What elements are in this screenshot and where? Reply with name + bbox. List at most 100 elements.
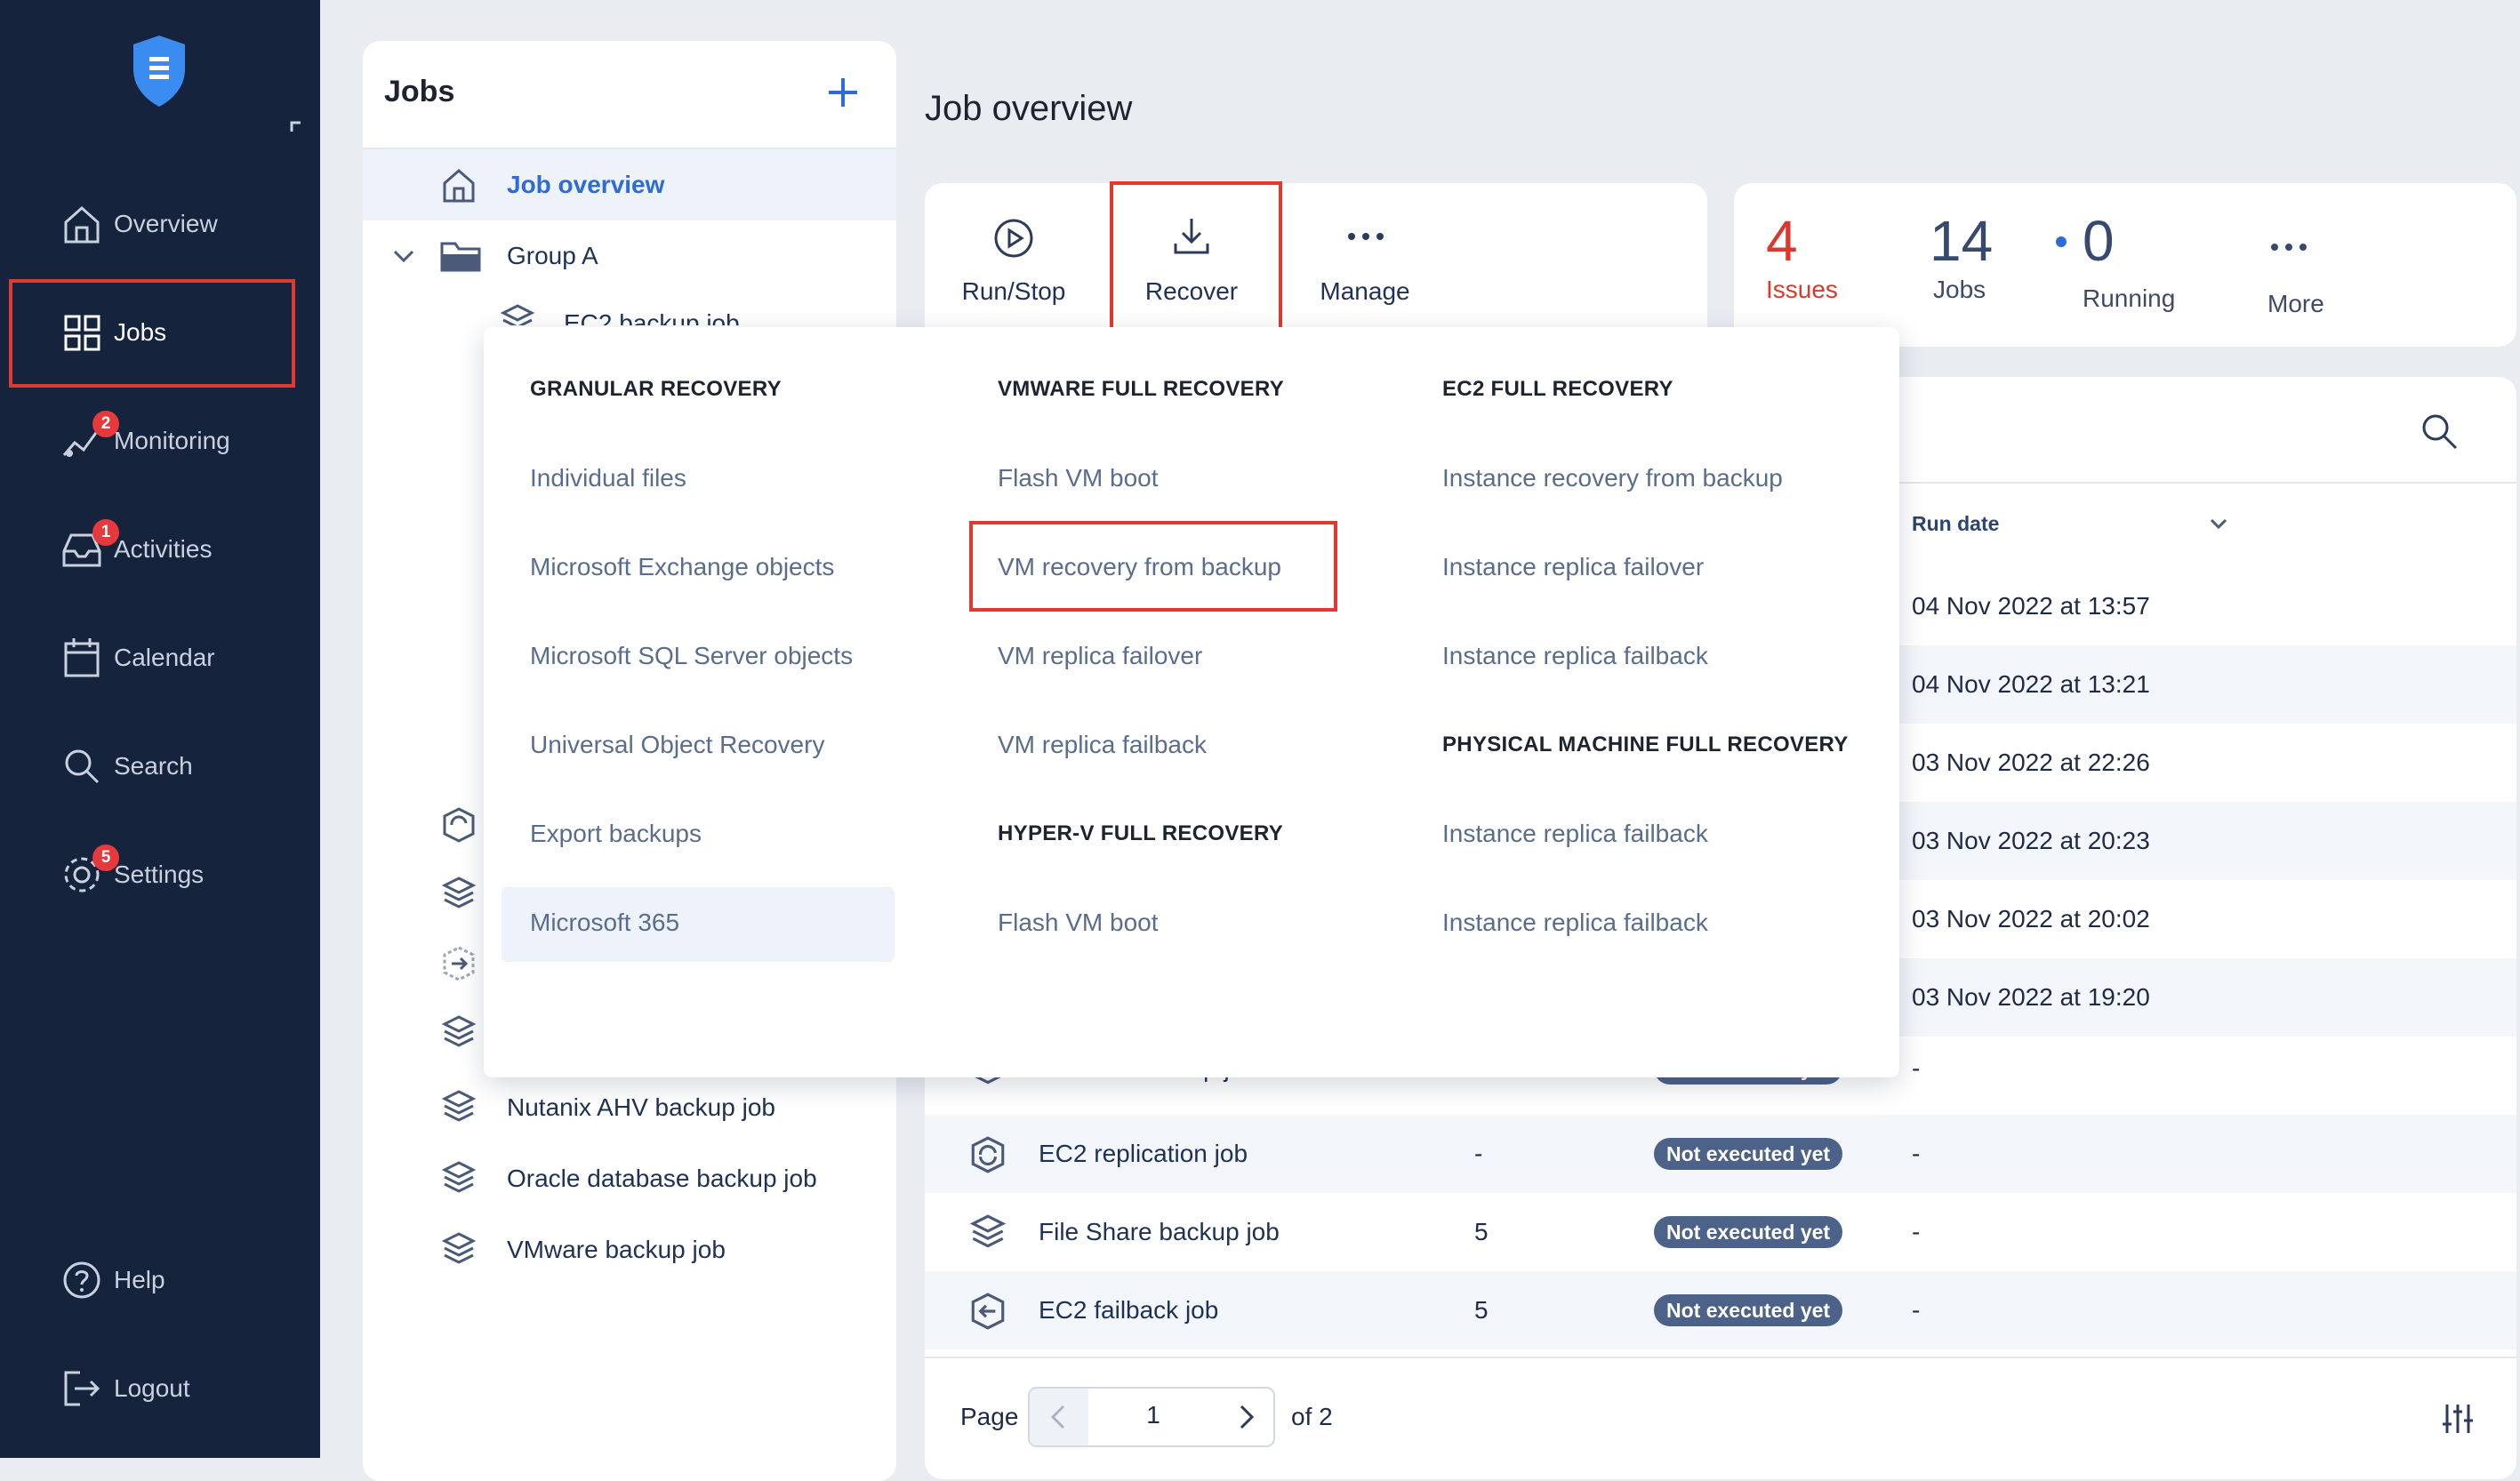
more-label[interactable]: More: [2267, 290, 2324, 318]
folder-icon: [439, 236, 481, 276]
menu-heading-ec2: EC2 FULL RECOVERY: [1442, 377, 1673, 401]
run-date-cell: -: [1912, 1140, 1921, 1167]
sidebar-item-search[interactable]: Search: [9, 716, 293, 816]
sidebar-item-label: Overview: [114, 210, 218, 237]
tree-group-a[interactable]: Group A: [363, 220, 896, 292]
sidebar-item-label: Search: [114, 752, 193, 780]
job-count: 5: [1474, 1296, 1489, 1324]
sidebar-item-label: Activities: [114, 535, 213, 563]
help-icon: [59, 1257, 105, 1303]
run-date-cell: 03 Nov 2022 at 22:26: [1912, 749, 2150, 776]
sidebar-item-settings[interactable]: 5 Settings: [9, 825, 293, 925]
jobs-panel-title: Jobs: [384, 75, 455, 108]
menu-item-individual-files[interactable]: Individual files: [530, 464, 686, 492]
more-icon[interactable]: [2267, 238, 2310, 256]
manage-label: Manage: [1320, 277, 1410, 305]
prev-page-button[interactable]: [1030, 1389, 1088, 1445]
sidebar-item-help[interactable]: Help: [9, 1230, 293, 1330]
menu-item-instance-recovery[interactable]: Instance recovery from backup: [1442, 464, 1783, 492]
menu-item-sql-server[interactable]: Microsoft SQL Server objects: [530, 642, 853, 670]
menu-item-physical-replica-failback[interactable]: Instance replica failback: [1442, 820, 1708, 848]
menu-item-vm-replica-failover[interactable]: VM replica failover: [998, 642, 1202, 670]
logout-icon: [59, 1365, 105, 1412]
search-icon[interactable]: [2419, 411, 2460, 452]
recover-menu: GRANULAR RECOVERY Individual files Micro…: [484, 327, 1899, 1077]
jobs-count: 14: [1930, 209, 1994, 273]
chevron-down-icon[interactable]: [2207, 512, 2230, 535]
tree-item-ec2-backup[interactable]: EC2 backup job: [363, 299, 896, 325]
play-icon: [992, 217, 1035, 260]
sidebar-item-label: Settings: [114, 861, 205, 888]
backup-job-icon: [439, 1088, 478, 1127]
status-badge: Not executed yet: [1654, 1138, 1843, 1170]
status-badge: Not executed yet: [1654, 1294, 1843, 1326]
menu-item-hyperv-flash-vm-boot[interactable]: Flash VM boot: [998, 909, 1159, 937]
add-job-button[interactable]: [825, 75, 861, 110]
tree-item-label: Group A: [507, 242, 598, 269]
stat-jobs[interactable]: 14 Jobs: [1930, 210, 2036, 304]
menu-heading-granular: GRANULAR RECOVERY: [530, 377, 782, 401]
more-icon: [1344, 228, 1387, 245]
run-date-cell: 03 Nov 2022 at 19:20: [1912, 983, 2150, 1011]
pagination-control: 1: [1028, 1387, 1275, 1447]
menu-item-instance-replica-failover[interactable]: Instance replica failover: [1442, 553, 1704, 581]
page-number-input[interactable]: 1: [1088, 1401, 1218, 1429]
next-page-button[interactable]: [1218, 1389, 1273, 1445]
sidebar-item-activities[interactable]: 1 Activities: [9, 500, 293, 599]
stats-panel: 4 Issues 14 Jobs 0 Running More: [1734, 183, 2516, 347]
backup-job-icon: [967, 1213, 1008, 1253]
run-stop-button[interactable]: Run/Stop: [925, 183, 1103, 334]
sidebar-item-logout[interactable]: Logout: [9, 1339, 293, 1438]
menu-heading-vmware: VMWARE FULL RECOVERY: [998, 377, 1285, 401]
run-date-cell: 03 Nov 2022 at 20:23: [1912, 827, 2150, 854]
sidebar-item-label: Help: [114, 1266, 165, 1293]
settings-sliders-icon[interactable]: [2440, 1401, 2476, 1437]
sidebar-item-monitoring[interactable]: 2 Monitoring: [9, 391, 293, 491]
home-icon: [59, 201, 105, 247]
tree-item-nutanix[interactable]: Nutanix AHV backup job: [363, 1072, 896, 1143]
menu-item-flash-vm-boot[interactable]: Flash VM boot: [998, 464, 1159, 492]
menu-heading-hyperv: HYPER-V FULL RECOVERY: [998, 821, 1284, 845]
manage-button[interactable]: Manage: [1280, 183, 1449, 334]
tree-item-label: VMware backup job: [507, 1236, 726, 1263]
tree-item-oracle[interactable]: Oracle database backup job: [363, 1143, 896, 1214]
run-stop-label: Run/Stop: [961, 277, 1066, 305]
jobs-label: Jobs: [1933, 276, 1986, 303]
sidebar-item-overview[interactable]: Overview: [9, 174, 293, 274]
collapse-icon[interactable]: [290, 121, 302, 133]
job-count: 5: [1474, 1218, 1489, 1245]
chevron-down-icon[interactable]: [391, 244, 416, 268]
job-name: EC2 failback job: [1039, 1296, 1219, 1324]
run-date-cell: -: [1912, 1218, 1921, 1245]
menu-item-export-backups[interactable]: Export backups: [530, 820, 702, 848]
backup-job-icon: [439, 1013, 478, 1053]
failback-job-icon: [967, 1291, 1008, 1332]
highlight-recover: [1110, 181, 1282, 331]
pagination-label: Page: [960, 1403, 1019, 1430]
sidebar-item-calendar[interactable]: Calendar: [9, 608, 293, 708]
run-date-cell: 03 Nov 2022 at 20:02: [1912, 905, 2150, 933]
menu-item-exchange[interactable]: Microsoft Exchange objects: [530, 553, 834, 581]
tree-item-label: EC2 backup job: [564, 309, 740, 325]
job-name: EC2 replication job: [1039, 1140, 1248, 1167]
menu-item-physical-replica-failback-2[interactable]: Instance replica failback: [1442, 909, 1708, 937]
page-title: Job overview: [925, 89, 1133, 128]
tree-item-vmware[interactable]: VMware backup job: [363, 1214, 896, 1285]
column-header-run-date[interactable]: Run date: [1912, 512, 1999, 536]
run-date-cell: -: [1912, 1063, 1921, 1082]
stat-issues[interactable]: 4 Issues: [1766, 210, 1855, 304]
stat-running[interactable]: 0: [2083, 210, 2189, 272]
sidebar-item-label: Logout: [114, 1374, 190, 1402]
issues-count: 4: [1766, 209, 1798, 273]
menu-item-vm-replica-failback[interactable]: VM replica failback: [998, 731, 1207, 759]
menu-item-microsoft-365[interactable]: Microsoft 365: [530, 909, 679, 937]
job-count: -: [1474, 1140, 1483, 1167]
shield-icon[interactable]: [130, 34, 189, 108]
menu-item-instance-replica-failback[interactable]: Instance replica failback: [1442, 642, 1708, 670]
menu-item-universal-object[interactable]: Universal Object Recovery: [530, 731, 824, 759]
home-icon: [439, 165, 478, 204]
sidebar-item-label: Monitoring: [114, 427, 230, 454]
tree-item-job-overview[interactable]: Job overview: [363, 149, 896, 220]
replication-job-icon: [967, 1134, 1008, 1175]
highlight-jobs: [9, 279, 295, 388]
